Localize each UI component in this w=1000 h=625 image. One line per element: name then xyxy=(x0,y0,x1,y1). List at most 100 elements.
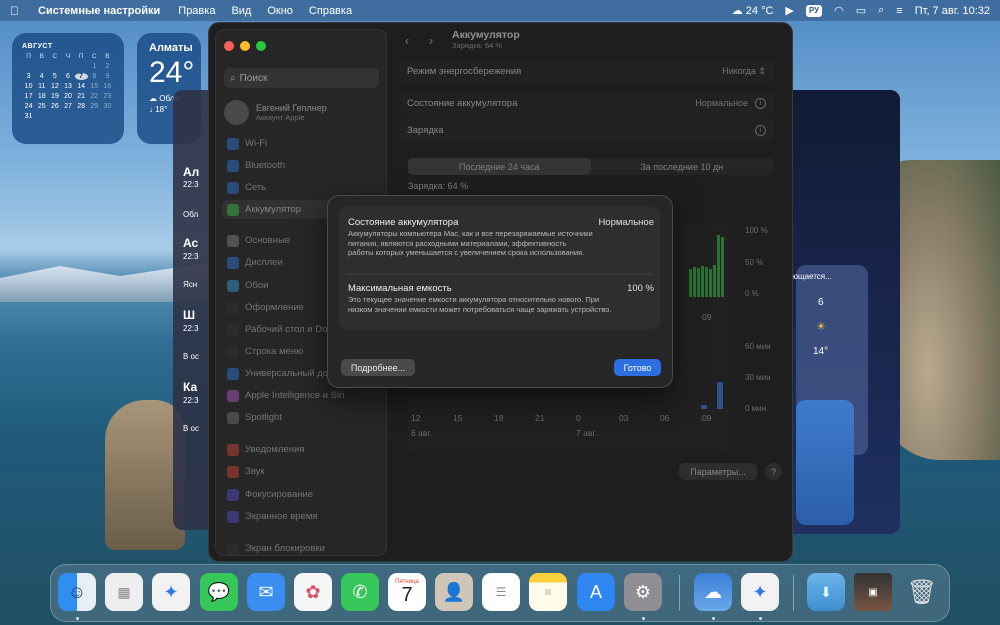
weather-icon[interactable]: ☁ xyxy=(694,573,732,611)
keyboard-layout-icon[interactable]: РУ xyxy=(805,4,823,17)
sidebar-item-icon xyxy=(227,234,239,247)
sidebar-item-icon xyxy=(227,411,239,424)
minimize-button[interactable] xyxy=(240,41,250,51)
tab-last-24h[interactable]: Последние 24 часа xyxy=(408,158,591,175)
calendar-day: 30 xyxy=(103,103,112,110)
sidebar-item-16[interactable]: Экранное время xyxy=(222,507,382,526)
calendar-day: 24 xyxy=(24,103,33,110)
calendar-day: 12 xyxy=(50,83,59,90)
menu-edit[interactable]: Правка xyxy=(178,5,215,17)
sidebar-item-label: Bluetooth xyxy=(245,160,286,171)
play-icon[interactable]: ▶ xyxy=(785,4,793,17)
apple-menu-icon[interactable]:  xyxy=(10,4,24,18)
app-menu[interactable]: Системные настройки xyxy=(38,5,160,17)
tab-last-10d[interactable]: За последние 10 дн xyxy=(591,158,774,175)
bg-time-1: 22:3 xyxy=(183,180,199,189)
sheet-health-value: Нормальное xyxy=(598,217,654,228)
contacts-icon[interactable]: 👤 xyxy=(435,573,473,611)
trash-icon[interactable]: 🗑 xyxy=(903,573,941,611)
options-button[interactable]: Параметры... xyxy=(679,463,757,480)
clock[interactable]: Пт, 7 авг. 10:32 xyxy=(915,5,990,17)
sidebar-item-14[interactable]: Звук xyxy=(222,462,382,481)
calendar-day: 27 xyxy=(64,103,72,110)
sidebar-item-13[interactable]: Уведомления xyxy=(222,440,382,459)
level-axis-0: 0 % xyxy=(745,289,759,298)
calendar-day: 20 xyxy=(64,93,72,100)
sidebar-item-1[interactable]: Bluetooth xyxy=(222,156,382,175)
search-icon: ⌕ xyxy=(230,72,236,84)
bg-city-3: Ш xyxy=(183,308,196,322)
finder-icon[interactable]: ☺ xyxy=(58,573,96,611)
sidebar-item-15[interactable]: Фокусирование xyxy=(222,485,382,504)
range-segmented-control[interactable]: Последние 24 часа За последние 10 дн xyxy=(408,158,773,175)
background-window-right[interactable]: ющается... 6 ☀ 14° xyxy=(778,90,900,534)
safari-icon[interactable]: ✦ xyxy=(741,573,779,611)
screen-thumb-icon[interactable]: ▣ xyxy=(854,573,892,611)
apple-account[interactable]: Евгений Геплнер Аккаунт Apple xyxy=(224,98,384,126)
spotlight-icon[interactable]: ⌕ xyxy=(878,4,884,17)
weather-status[interactable]: ☁ 24 °C xyxy=(732,4,774,17)
calendar-icon[interactable]: Пятница 7 xyxy=(388,573,426,611)
wifi-icon[interactable]: ◠ xyxy=(834,4,844,17)
sidebar-item-11[interactable]: Apple Intelligence и Siri xyxy=(222,386,382,405)
launchpad-icon[interactable]: ▦ xyxy=(105,573,143,611)
sidebar-item-icon xyxy=(227,542,239,555)
search-input[interactable]: ⌕ Поиск xyxy=(224,68,379,88)
done-button[interactable]: Готово xyxy=(614,359,661,376)
menu-window[interactable]: Окно xyxy=(267,5,293,17)
weekday-header: Ч xyxy=(65,53,71,60)
calendar-day: 6 xyxy=(66,73,70,80)
sidebar-item-label: Рабочий стол и Dock xyxy=(245,324,337,335)
weekday-header: П xyxy=(26,53,31,60)
reminders-icon[interactable]: ☰ xyxy=(482,573,520,611)
running-indicator xyxy=(712,617,715,620)
info-icon[interactable]: i xyxy=(755,97,766,109)
sidebar-item-icon xyxy=(227,256,239,269)
more-info-button[interactable]: Подробнее... xyxy=(341,359,415,376)
low-power-select[interactable]: Никогда ⇕ xyxy=(722,66,766,77)
bg-forecast-num: 6 xyxy=(818,297,824,308)
sidebar-item-label: Spotlight xyxy=(245,412,282,423)
mail-icon[interactable]: ✉ xyxy=(247,573,285,611)
low-power-row[interactable]: Режим энергосбережения Никогда ⇕ xyxy=(399,59,774,83)
zoom-button[interactable] xyxy=(256,41,266,51)
battery-icon[interactable]: ▭ xyxy=(856,4,866,17)
bg-city-1: Ал xyxy=(183,165,200,179)
phone-icon[interactable]: ✆ xyxy=(341,573,379,611)
x-tick-0: 0 xyxy=(576,413,581,423)
sidebar-item-icon xyxy=(227,389,239,402)
sidebar-item-icon xyxy=(227,323,239,336)
forward-button[interactable]: › xyxy=(421,31,441,49)
page-subtitle: Зарядка: 64 % xyxy=(452,41,503,50)
calendar-widget[interactable]: АВГУСТ П В С Ч П С В 1 2 3 4 5 6 7 8 9 10 11 12 13 14 15 16 17 1… xyxy=(12,33,124,144)
bg-time-2: 22:3 xyxy=(183,252,199,261)
sidebar-item-icon xyxy=(227,510,239,523)
calendar-day: 28 xyxy=(77,103,86,110)
info-icon[interactable]: i xyxy=(755,124,766,136)
safari-icon[interactable]: ✦ xyxy=(152,573,190,611)
sidebar-item-12[interactable]: Spotlight xyxy=(222,408,382,427)
menu-view[interactable]: Вид xyxy=(231,5,251,17)
running-indicator xyxy=(759,617,762,620)
back-button[interactable]: ‹ xyxy=(397,31,417,49)
control-center-icon[interactable]: ≡ xyxy=(896,5,902,17)
notes-icon[interactable]: ≡ xyxy=(529,573,567,611)
menu-help[interactable]: Справка xyxy=(309,5,352,17)
app-store-icon[interactable]: A xyxy=(577,573,615,611)
sidebar-item-17[interactable]: Экран блокировки xyxy=(222,539,382,558)
system-settings-icon[interactable]: ⚙ xyxy=(624,573,662,611)
sidebar-item-icon xyxy=(227,159,239,172)
help-button[interactable]: ? xyxy=(765,463,782,480)
calendar-day xyxy=(61,63,74,70)
calendar-day: 16 xyxy=(103,83,112,90)
downloads-icon[interactable]: ⬇ xyxy=(807,573,845,611)
calendar-day: 9 xyxy=(105,73,110,80)
photos-icon[interactable]: ✿ xyxy=(294,573,332,611)
messages-icon[interactable]: 💬 xyxy=(200,573,238,611)
close-button[interactable] xyxy=(224,41,234,51)
weekday-header: С xyxy=(52,53,58,60)
calendar-day: 8 xyxy=(92,73,97,80)
sidebar-item-0[interactable]: Wi-Fi xyxy=(222,134,382,153)
sheet-health-title: Состояние аккумулятора xyxy=(348,217,459,228)
weekday-header: П xyxy=(78,53,84,60)
